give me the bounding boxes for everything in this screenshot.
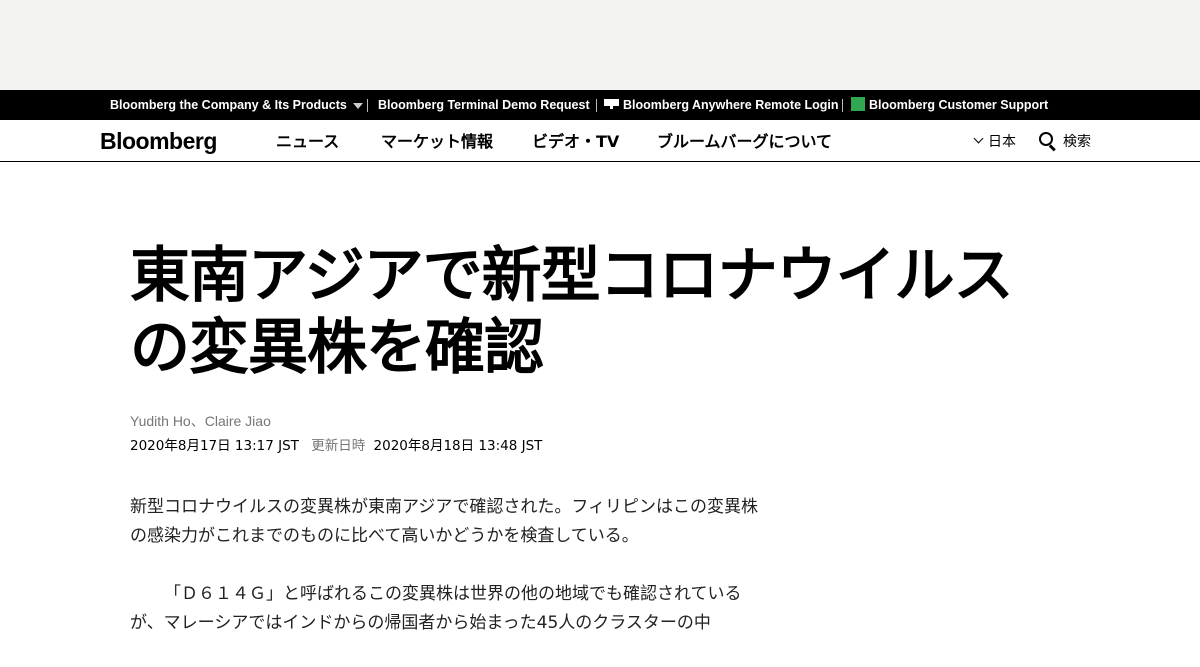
terminal-demo-link[interactable]: Bloomberg Terminal Demo Request [378,90,590,120]
updated-time: 2020年8月18日 13:48 JST [373,438,543,454]
main-navigation: Bloomberg ニュース マーケット情報 ビデオ・TV ブルームバーグについ… [0,120,1200,162]
customer-support-link[interactable]: Bloomberg Customer Support [851,90,1048,120]
topbar-divider [842,99,843,112]
nav-item-video-tv[interactable]: ビデオ・TV [532,127,619,157]
author-link[interactable]: Claire Jiao [205,413,271,429]
corporate-top-bar: Bloomberg the Company & Its Products Blo… [0,90,1200,120]
search-button[interactable]: 検索 [1039,127,1091,157]
customer-support-label: Bloomberg Customer Support [869,98,1049,112]
author-link[interactable]: Yudith Ho [130,413,191,429]
anywhere-login-label: Bloomberg Anywhere Remote Login [623,98,839,112]
article-timestamps: 2020年8月17日 13:17 JST 更新日時 2020年8月18日 13:… [130,434,542,454]
monitor-icon [604,99,619,110]
topbar-divider [367,99,368,112]
language-label: 日本 [988,134,1016,150]
nav-item-markets[interactable]: マーケット情報 [381,127,493,157]
updated-label: 更新日時 [311,438,366,454]
chevron-down-icon [973,133,984,144]
support-icon [851,97,865,111]
language-selector[interactable]: 日本 [973,127,1016,157]
search-icon [1039,132,1057,152]
nav-item-about[interactable]: ブルームバーグについて [657,127,832,157]
byline: Yudith Ho、Claire Jiao [130,411,271,431]
company-products-label: Bloomberg the Company & Its Products [110,98,347,112]
article-paragraph: 新型コロナウイルスの変異株が東南アジアで確認された。フィリピンはこの変異株の感染… [130,497,758,546]
nav-item-news[interactable]: ニュース [276,127,339,157]
author-separator: 、 [190,413,205,429]
topbar-divider [596,99,597,112]
caret-down-icon [352,102,363,109]
article-headline: 東南アジアで新型コロナウイルス の変異株を確認 [130,240,1090,384]
terminal-demo-label: Bloomberg Terminal Demo Request [378,98,590,112]
headline-line-2: の変異株を確認 [130,313,544,383]
article-paragraph: 「Ｄ６１４Ｇ」と呼ばれるこの変異株は世界の他の地域でも確認されているが、マレーシ… [130,584,742,633]
ad-banner-area [0,0,1200,90]
article-body: 新型コロナウイルスの変異株が東南アジアで確認された。フィリピンはこの変異株の感染… [130,493,765,667]
anywhere-login-link[interactable]: Bloomberg Anywhere Remote Login [604,90,839,120]
bloomberg-logo[interactable]: Bloomberg [100,126,217,156]
company-products-menu[interactable]: Bloomberg the Company & Its Products [110,90,363,120]
published-time: 2020年8月17日 13:17 JST [130,438,299,454]
headline-line-1: 東南アジアで新型コロナウイルス [130,241,1014,311]
search-label: 検索 [1063,134,1091,150]
